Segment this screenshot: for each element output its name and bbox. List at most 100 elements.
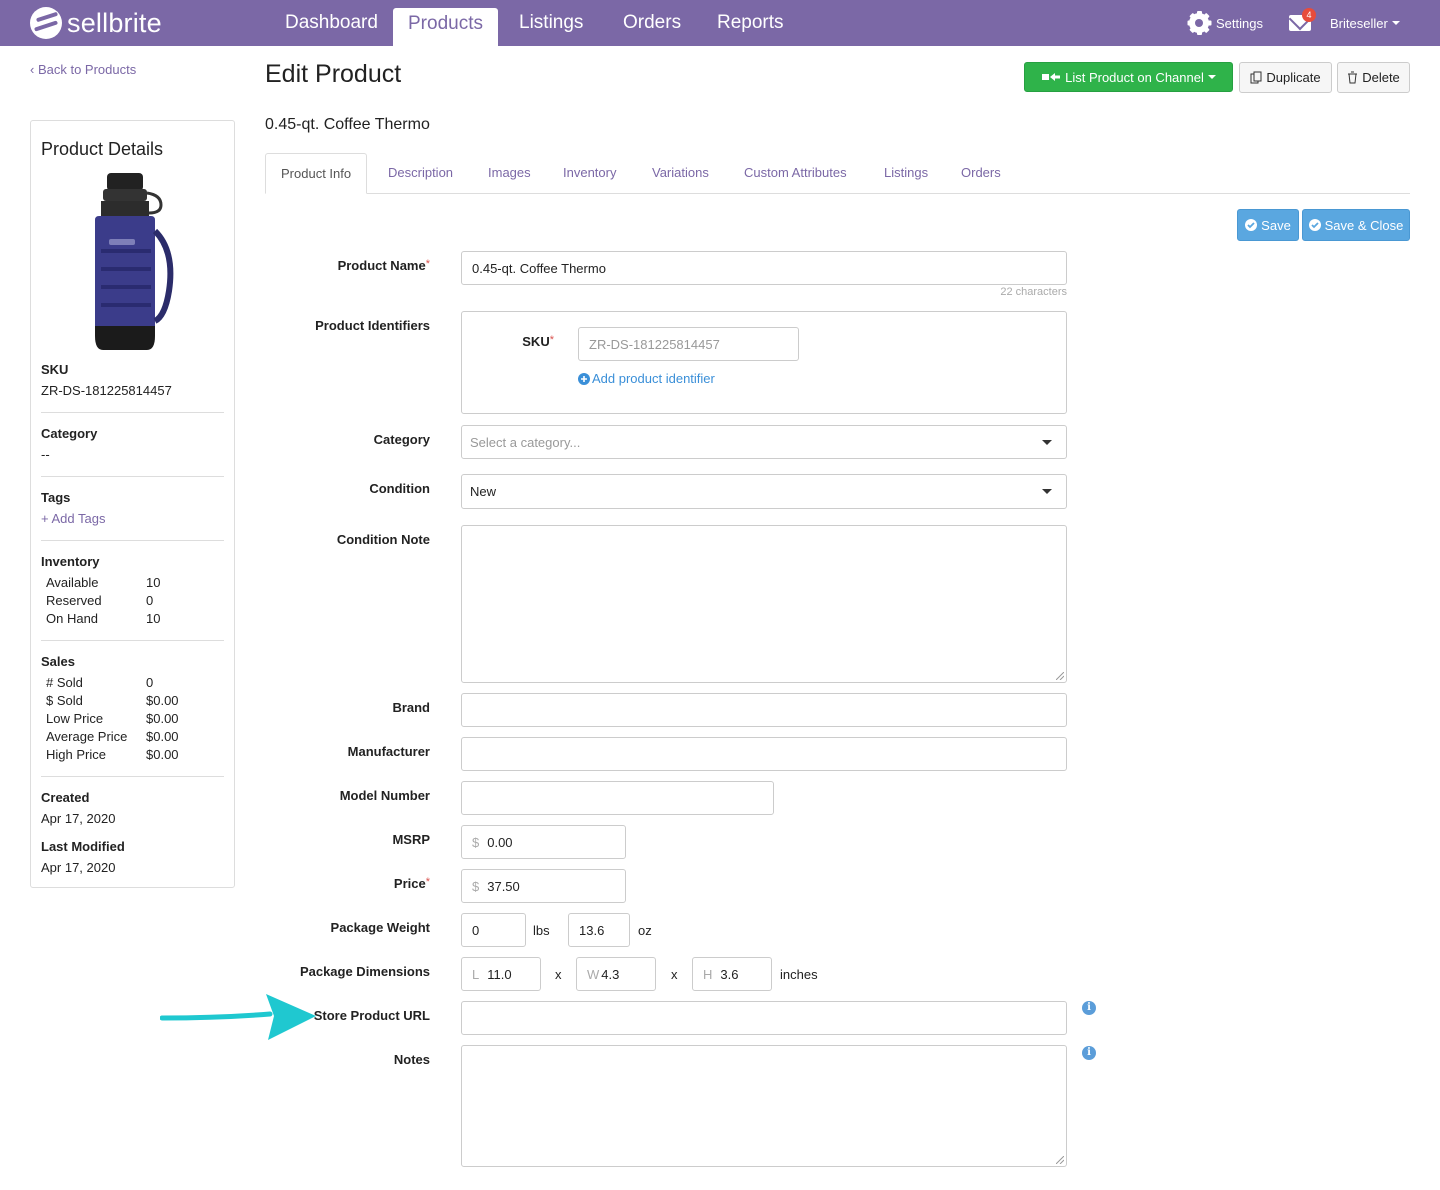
times-separator: x <box>671 967 678 982</box>
add-identifier-label: Add product identifier <box>592 371 715 386</box>
nav-reports[interactable]: Reports <box>717 0 784 46</box>
sku-field-label: SKU* <box>522 334 554 349</box>
width-prefix: W <box>587 966 600 982</box>
tab-images[interactable]: Images <box>488 153 531 194</box>
share-icon <box>1042 73 1061 81</box>
condition-select[interactable]: New <box>461 474 1067 509</box>
inventory-value: 0 <box>146 593 154 608</box>
inventory-key: On Hand <box>46 611 99 626</box>
inventory-label: Inventory <box>41 554 100 569</box>
product-name-input[interactable]: 0.45-qt. Coffee Thermo <box>461 251 1067 285</box>
condition-label: Condition <box>369 481 430 496</box>
tab-product-info[interactable]: Product Info <box>265 153 368 194</box>
user-menu[interactable]: Briteseller <box>1330 0 1400 46</box>
divider <box>41 640 224 641</box>
manufacturer-label: Manufacturer <box>347 744 430 759</box>
notes-label: Notes <box>393 1052 430 1067</box>
store-product-url-label: Store Product URL <box>313 1008 430 1023</box>
store-product-url-input[interactable] <box>461 1001 1067 1035</box>
dollar-prefix: $ <box>472 878 480 894</box>
list-on-channel-button[interactable]: List Product on Channel <box>1024 62 1233 92</box>
settings-link[interactable]: Settings <box>1187 0 1263 46</box>
save-button[interactable]: Save <box>1237 209 1299 241</box>
duplicate-button[interactable]: Duplicate <box>1239 62 1332 93</box>
inventory-value: 10 <box>146 575 161 590</box>
add-product-identifier-link[interactable]: Add product identifier <box>578 371 715 386</box>
triangle-down-icon <box>1042 489 1052 494</box>
times-separator: x <box>555 967 562 982</box>
nav-dashboard[interactable]: Dashboard <box>285 0 378 46</box>
check-circle-icon <box>1308 219 1321 231</box>
tab-custom-attributes[interactable]: Custom Attributes <box>744 153 847 194</box>
sales-value: $0.00 <box>146 693 179 708</box>
triangle-down-icon <box>1042 440 1052 445</box>
nav-products[interactable]: Products <box>393 8 498 46</box>
dimension-height-input[interactable]: H 3.6 <box>692 957 772 991</box>
length-prefix: L <box>472 966 480 982</box>
settings-label: Settings <box>1216 15 1263 31</box>
modified-value: Apr 17, 2020 <box>41 860 116 875</box>
save-and-close-button[interactable]: Save & Close <box>1302 209 1410 241</box>
price-input[interactable]: $ 37.50 <box>461 869 626 903</box>
sales-value: $0.00 <box>146 729 179 744</box>
weight-lbs-input[interactable]: 0 <box>461 913 526 947</box>
created-label: Created <box>41 790 90 805</box>
sku-input[interactable]: ZR-DS-181225814457 <box>578 327 799 361</box>
sku-input-value: ZR-DS-181225814457 <box>589 336 720 352</box>
product-identifiers-label: Product Identifiers <box>315 318 430 333</box>
divider <box>41 540 224 541</box>
caret-down-icon <box>1207 75 1216 79</box>
notes-textarea[interactable] <box>461 1045 1067 1167</box>
dollar-prefix: $ <box>472 834 480 850</box>
sales-value: 0 <box>146 675 154 690</box>
lbs-unit: lbs <box>533 923 550 938</box>
sales-key: # Sold <box>46 675 83 690</box>
tab-listings[interactable]: Listings <box>884 153 928 194</box>
category-label: Category <box>41 426 98 441</box>
mail-count-badge: 4 <box>1302 8 1316 22</box>
product-name-value: 0.45-qt. Coffee Thermo <box>472 260 606 276</box>
created-value: Apr 17, 2020 <box>41 811 116 826</box>
gear-icon <box>1187 11 1211 35</box>
caret-down-icon <box>1391 21 1400 25</box>
nav-orders[interactable]: Orders <box>623 0 681 46</box>
weight-oz-value: 13.6 <box>579 922 605 938</box>
tab-variations[interactable]: Variations <box>652 153 709 194</box>
sku-label: SKU <box>41 362 69 377</box>
condition-note-textarea[interactable] <box>461 525 1067 683</box>
length-value: 11.0 <box>487 966 512 982</box>
top-nav: sellbrite Dashboard Products Listings Or… <box>0 0 1440 46</box>
back-to-products-link[interactable]: ‹ Back to Products <box>30 62 136 77</box>
category-field-label: Category <box>373 432 430 447</box>
inches-unit: inches <box>780 967 818 982</box>
dimension-length-input[interactable]: L 11.0 <box>461 957 541 991</box>
tab-orders[interactable]: Orders <box>961 153 1001 194</box>
mail-button[interactable] <box>1289 0 1311 46</box>
user-name: Briteseller <box>1330 15 1388 31</box>
info-icon[interactable]: i <box>1082 1046 1096 1060</box>
divider <box>41 776 224 777</box>
msrp-input[interactable]: $ 0.00 <box>461 825 626 859</box>
info-icon[interactable]: i <box>1082 1001 1096 1015</box>
duplicate-label: Duplicate <box>1266 70 1321 85</box>
nav-listings[interactable]: Listings <box>519 0 583 46</box>
inventory-value: 10 <box>146 611 161 626</box>
resize-handle-icon[interactable] <box>1056 1156 1064 1164</box>
brand-input[interactable] <box>461 693 1067 727</box>
dimension-width-input[interactable]: W 4.3 <box>576 957 656 991</box>
oz-unit: oz <box>638 923 652 938</box>
height-prefix: H <box>703 966 713 982</box>
add-tags-link[interactable]: + Add Tags <box>41 511 105 526</box>
category-placeholder: Select a category... <box>470 434 581 450</box>
resize-handle-icon[interactable] <box>1056 672 1064 680</box>
model-number-input[interactable] <box>461 781 774 815</box>
trash-icon <box>1348 71 1358 84</box>
delete-button[interactable]: Delete <box>1337 62 1410 93</box>
tab-description[interactable]: Description <box>388 153 453 194</box>
manufacturer-input[interactable] <box>461 737 1067 771</box>
tab-inventory[interactable]: Inventory <box>563 153 616 194</box>
sellbrite-logo[interactable]: sellbrite <box>30 6 162 40</box>
category-select[interactable]: Select a category... <box>461 425 1067 459</box>
msrp-label: MSRP <box>392 832 430 847</box>
weight-oz-input[interactable]: 13.6 <box>568 913 630 947</box>
